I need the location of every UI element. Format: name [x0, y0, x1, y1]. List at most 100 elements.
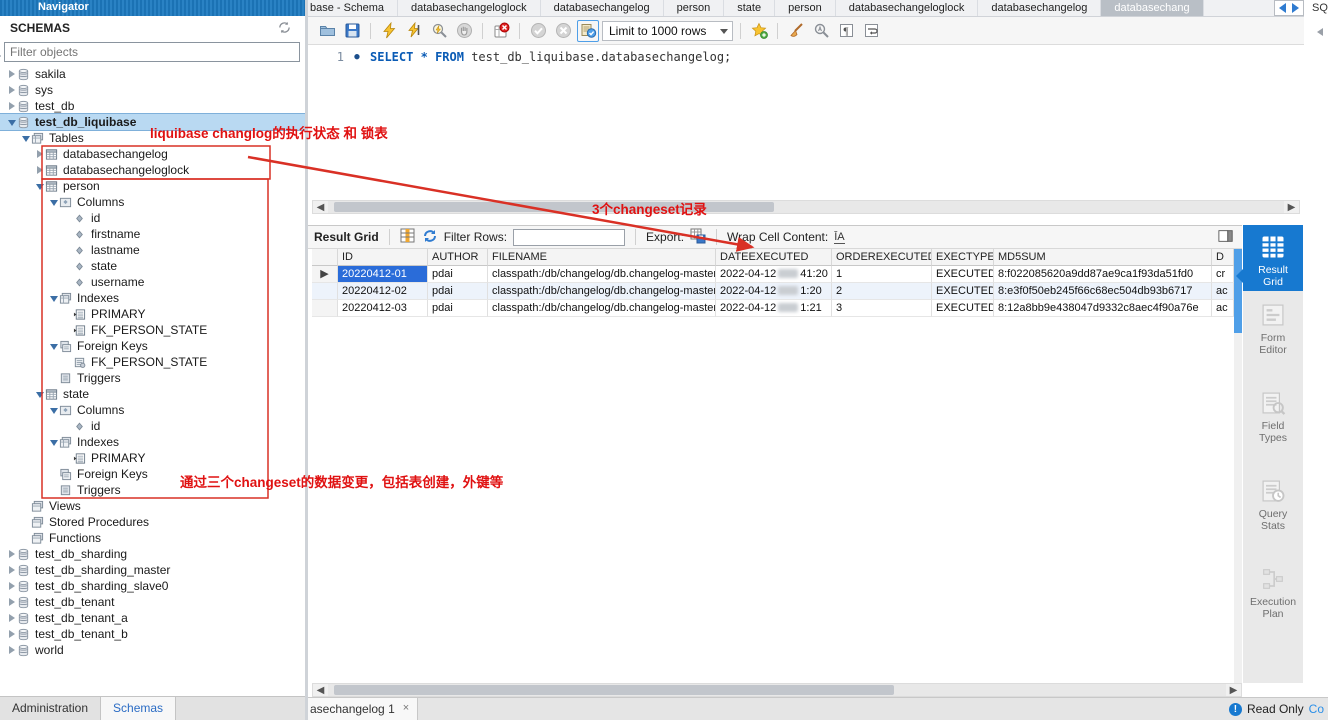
tree-item-test-db-tenant-a[interactable]: test_db_tenant_a: [0, 610, 305, 626]
tree-item-fk-person-state[interactable]: FK_PERSON_STATE: [0, 354, 305, 370]
current-row-marker[interactable]: ▶: [312, 266, 338, 283]
column-header-dateexecuted[interactable]: DATEEXECUTED: [716, 249, 832, 266]
expand-icon[interactable]: [6, 643, 17, 657]
column-header-orderexecuted[interactable]: ORDEREXECUTED: [832, 249, 932, 266]
tree-item-firstname[interactable]: firstname: [0, 226, 305, 242]
editor-scroll-track[interactable]: [328, 201, 1284, 213]
tree-item-triggers[interactable]: Triggers: [0, 482, 305, 498]
tree-item-columns[interactable]: Columns: [0, 402, 305, 418]
expand-icon[interactable]: [6, 579, 17, 593]
autocommit-toggle-icon[interactable]: [577, 20, 599, 42]
cell-id[interactable]: 20220412-01: [338, 266, 428, 283]
cell-md5sum[interactable]: 8:12a8bb9e438047d9332c8aec4f90a76e: [994, 300, 1212, 317]
scroll-right-icon[interactable]: ▶: [1284, 202, 1299, 213]
tree-item-test-db-sharding-master[interactable]: test_db_sharding_master: [0, 562, 305, 578]
execute-current-icon[interactable]: [403, 20, 425, 42]
grid-row[interactable]: 20220412-02pdaiclasspath:/db/changelog/d…: [312, 283, 1234, 300]
cell-exectype[interactable]: EXECUTED: [932, 283, 994, 300]
filter-rows-input[interactable]: [513, 229, 625, 246]
cell-dateexecuted[interactable]: 2022-04-121:20: [716, 283, 832, 300]
side-tab-query-stats[interactable]: QueryStats: [1243, 467, 1303, 555]
next-tab-icon[interactable]: [1292, 3, 1299, 13]
context-help-link[interactable]: Co: [1309, 702, 1324, 716]
cell-author[interactable]: pdai: [428, 300, 488, 317]
side-tab-field-types[interactable]: FieldTypes: [1243, 379, 1303, 467]
tree-item-state[interactable]: state: [0, 258, 305, 274]
tree-item-databasechangeloglock[interactable]: databasechangeloglock: [0, 162, 305, 178]
tree-item-fk-person-state[interactable]: FK_PERSON_STATE: [0, 322, 305, 338]
favorite-icon[interactable]: [748, 20, 770, 42]
collapse-icon[interactable]: [34, 179, 45, 193]
cell-author[interactable]: pdai: [428, 283, 488, 300]
export-icon[interactable]: [690, 228, 706, 247]
side-tab-execution-plan[interactable]: ExecutionPlan: [1243, 555, 1303, 643]
cell-dateexecuted[interactable]: 2022-04-121:21: [716, 300, 832, 317]
collapse-icon[interactable]: [48, 403, 59, 417]
tree-item-person[interactable]: person: [0, 178, 305, 194]
editor-tab-databasechangelog[interactable]: databasechangelog: [978, 0, 1101, 16]
cell-description[interactable]: ac: [1212, 283, 1234, 300]
tree-item-test-db[interactable]: test_db: [0, 98, 305, 114]
cell-md5sum[interactable]: 8:f022085620a9dd87ae9ca1f93da51fd0: [994, 266, 1212, 283]
tree-item-indexes[interactable]: Indexes: [0, 290, 305, 306]
collapse-icon[interactable]: [48, 291, 59, 305]
column-header-filename[interactable]: FILENAME: [488, 249, 716, 266]
cell-orderexecuted[interactable]: 3: [832, 300, 932, 317]
grid-row[interactable]: ▶20220412-01pdaiclasspath:/db/changelog/…: [312, 266, 1234, 283]
tree-item-triggers[interactable]: Triggers: [0, 370, 305, 386]
grid-scroll-track[interactable]: [328, 684, 1226, 696]
expand-icon[interactable]: [6, 627, 17, 641]
grid-row[interactable]: 20220412-03pdaiclasspath:/db/changelog/d…: [312, 300, 1234, 317]
tree-item-test-db-liquibase[interactable]: test_db_liquibase: [0, 114, 305, 130]
expand-icon[interactable]: [34, 147, 45, 161]
tree-item-foreign-keys[interactable]: Foreign Keys: [0, 338, 305, 354]
schema-filter-input[interactable]: [5, 43, 299, 61]
cell-filename[interactable]: classpath:/db/changelog/db.changelog-mas…: [488, 300, 716, 317]
grid-horizontal-scrollbar[interactable]: ◀ ▶: [312, 683, 1242, 697]
cell-orderexecuted[interactable]: 2: [832, 283, 932, 300]
editor-tab-databasechangeloglock[interactable]: databasechangeloglock: [836, 0, 979, 16]
editor-tab-base-schema[interactable]: base - Schema: [308, 0, 398, 16]
expand-icon[interactable]: [6, 563, 17, 577]
tab-scroll-arrows[interactable]: [1274, 0, 1304, 16]
cell-filename[interactable]: classpath:/db/changelog/db.changelog-mas…: [488, 283, 716, 300]
scroll-left-icon[interactable]: ◀: [313, 685, 328, 696]
collapse-icon[interactable]: [34, 387, 45, 401]
collapse-right-panel-icon[interactable]: [1317, 28, 1323, 36]
expand-icon[interactable]: [6, 611, 17, 625]
bottom-tab-administration[interactable]: Administration: [0, 697, 100, 720]
tree-item-primary[interactable]: PRIMARY: [0, 450, 305, 466]
editor-tab-databasechangelog[interactable]: databasechangelog: [541, 0, 664, 16]
cell-exectype[interactable]: EXECUTED: [932, 266, 994, 283]
explain-icon[interactable]: [428, 20, 450, 42]
tree-item-sakila[interactable]: sakila: [0, 66, 305, 82]
cell-exectype[interactable]: EXECUTED: [932, 300, 994, 317]
wrap-cell-icon[interactable]: ĪA: [834, 231, 844, 244]
tree-item-primary[interactable]: PRIMARY: [0, 306, 305, 322]
invisibles-icon[interactable]: ¶: [835, 20, 857, 42]
tree-item-functions[interactable]: Functions: [0, 530, 305, 546]
grid-options-icon[interactable]: [400, 228, 416, 247]
editor-tab-person[interactable]: person: [664, 0, 725, 16]
cell-id[interactable]: 20220412-03: [338, 300, 428, 317]
tree-item-columns[interactable]: Columns: [0, 194, 305, 210]
expand-icon[interactable]: [6, 99, 17, 113]
bottom-tab-schemas[interactable]: Schemas: [100, 697, 176, 720]
column-header-d[interactable]: D: [1212, 249, 1234, 266]
open-file-icon[interactable]: [316, 20, 338, 42]
refresh-icon[interactable]: [422, 228, 438, 247]
commit-icon[interactable]: [527, 20, 549, 42]
side-tab-result-grid[interactable]: ResultGrid: [1243, 225, 1303, 291]
cell-filename[interactable]: classpath:/db/changelog/db.changelog-mas…: [488, 266, 716, 283]
tree-item-state[interactable]: state: [0, 386, 305, 402]
tree-item-id[interactable]: id: [0, 418, 305, 434]
tree-item-id[interactable]: id: [0, 210, 305, 226]
editor-horizontal-scrollbar[interactable]: ◀ ▶: [312, 200, 1300, 214]
column-header-id[interactable]: ID: [338, 249, 428, 266]
editor-scroll-thumb[interactable]: [334, 202, 774, 212]
cell-description[interactable]: cr: [1212, 266, 1234, 283]
expand-icon[interactable]: [6, 83, 17, 97]
collapse-icon[interactable]: [48, 339, 59, 353]
tree-item-stored-procedures[interactable]: Stored Procedures: [0, 514, 305, 530]
editor-tab-person[interactable]: person: [775, 0, 836, 16]
